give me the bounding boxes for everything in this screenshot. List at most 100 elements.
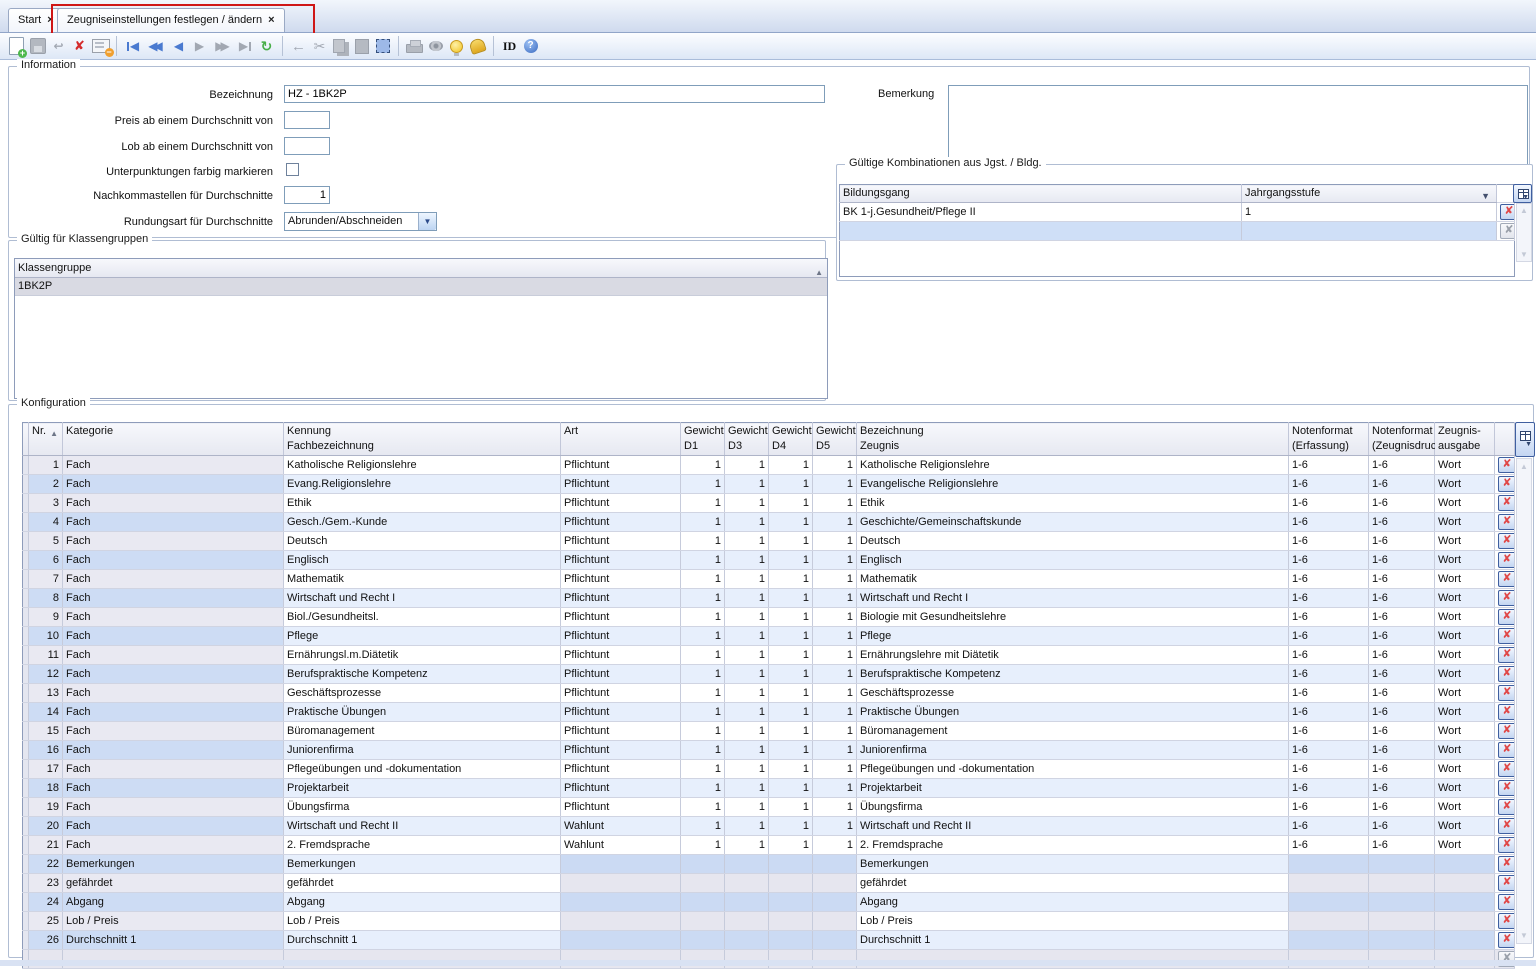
nr-cell[interactable]: 2 xyxy=(29,475,63,494)
delete-row-button[interactable]: ✘ xyxy=(1498,856,1515,872)
konfig-row[interactable]: 4FachGesch./Gem.-KundePflichtunt1111Gesc… xyxy=(23,513,1515,532)
kennung-cell[interactable]: Berufspraktische Kompetenz xyxy=(284,665,561,684)
gewicht-d5-cell[interactable]: 1 xyxy=(813,627,857,646)
gewicht-d5-cell[interactable]: 1 xyxy=(813,684,857,703)
nav-last-button[interactable]: ▶ xyxy=(235,36,256,56)
bezeichnung-zeugnis-cell[interactable]: Evangelische Religionslehre xyxy=(857,475,1289,494)
bezeichnung-zeugnis-cell[interactable]: Pflege xyxy=(857,627,1289,646)
gewicht-d5-cell[interactable] xyxy=(813,855,857,874)
kategorie-cell[interactable]: Lob / Preis xyxy=(63,912,284,931)
actions-cell[interactable]: ✘ xyxy=(1495,931,1515,950)
zeugnisausgabe-cell[interactable]: Wort xyxy=(1435,513,1495,532)
art-cell[interactable]: Pflichtunt xyxy=(561,703,681,722)
gewicht-d3-cell[interactable] xyxy=(725,893,769,912)
konfig-row[interactable]: 15FachBüromanagementPflichtunt1111Büroma… xyxy=(23,722,1515,741)
nav-fast-back-button[interactable]: ◀◀ xyxy=(143,36,168,56)
actions-cell[interactable]: ✘ xyxy=(1495,589,1515,608)
nr-cell[interactable]: 11 xyxy=(29,646,63,665)
column-chooser-button[interactable]: ▼ xyxy=(1513,184,1532,203)
kennung-cell[interactable]: Praktische Übungen xyxy=(284,703,561,722)
gewicht-d3-cell[interactable]: 1 xyxy=(725,684,769,703)
cut-button[interactable]: ✂ xyxy=(309,36,330,56)
actions-cell[interactable]: ✘ xyxy=(1495,684,1515,703)
gewicht-d3-cell[interactable]: 1 xyxy=(725,589,769,608)
notenformat-erfassung-cell[interactable]: 1-6 xyxy=(1289,836,1369,855)
actions-cell[interactable]: ✘ xyxy=(1495,551,1515,570)
kategorie-cell[interactable]: Fach xyxy=(63,513,284,532)
bezeichnung-zeugnis-cell[interactable]: Pflegeübungen und -dokumentation xyxy=(857,760,1289,779)
konfig-row[interactable]: 22BemerkungenBemerkungenBemerkungen✘ xyxy=(23,855,1515,874)
gewicht-d3-cell[interactable] xyxy=(725,855,769,874)
delete-row-button[interactable]: ✘ xyxy=(1498,647,1515,663)
gewicht-d4-cell[interactable]: 1 xyxy=(769,627,813,646)
delete-row-button[interactable]: ✘ xyxy=(1498,666,1515,682)
bezeichnung-zeugnis-cell[interactable]: Geschichte/Gemeinschaftskunde xyxy=(857,513,1289,532)
nr-cell[interactable]: 22 xyxy=(29,855,63,874)
zeugnisausgabe-cell[interactable]: Wort xyxy=(1435,665,1495,684)
gewicht-d4-cell[interactable]: 1 xyxy=(769,532,813,551)
delete-row-button[interactable]: ✘ xyxy=(1498,476,1515,492)
zeugnisausgabe-cell[interactable]: Wort xyxy=(1435,836,1495,855)
bemerkung-textarea[interactable] xyxy=(948,85,1528,166)
zeugnisausgabe-cell[interactable]: Wort xyxy=(1435,475,1495,494)
kennung-cell[interactable]: Biol./Gesundheitsl. xyxy=(284,608,561,627)
column-chooser-button[interactable]: ▼ xyxy=(1515,422,1535,457)
notenformat-zeugnisdruck-cell[interactable]: 1-6 xyxy=(1369,475,1435,494)
konfig-row[interactable]: 5FachDeutschPflichtunt1111Deutsch1-61-6W… xyxy=(23,532,1515,551)
delete-row-button[interactable]: ✘ xyxy=(1498,533,1515,549)
gewicht-d5-cell[interactable]: 1 xyxy=(813,570,857,589)
actions-cell[interactable]: ✘ xyxy=(1495,646,1515,665)
zeugnisausgabe-cell[interactable]: Wort xyxy=(1435,798,1495,817)
bezeichnung-zeugnis-cell[interactable]: Lob / Preis xyxy=(857,912,1289,931)
kategorie-cell[interactable]: Fach xyxy=(63,646,284,665)
bezeichnung-zeugnis-cell[interactable]: Durchschnitt 1 xyxy=(857,931,1289,950)
actions-cell[interactable]: ✘ xyxy=(1495,532,1515,551)
nr-cell[interactable]: 18 xyxy=(29,779,63,798)
notenformat-erfassung-cell[interactable]: 1-6 xyxy=(1289,741,1369,760)
gewicht-d3-cell[interactable]: 1 xyxy=(725,456,769,475)
actions-cell[interactable]: ✘ xyxy=(1495,741,1515,760)
art-cell[interactable]: Pflichtunt xyxy=(561,741,681,760)
delete-row-button[interactable]: ✘ xyxy=(1498,761,1515,777)
kennung-cell[interactable]: Projektarbeit xyxy=(284,779,561,798)
kategorie-cell[interactable]: Fach xyxy=(63,532,284,551)
gewicht-d5-cell[interactable] xyxy=(813,874,857,893)
notenformat-erfassung-cell[interactable] xyxy=(1289,855,1369,874)
gewicht-d4-cell[interactable]: 1 xyxy=(769,608,813,627)
actions-cell[interactable]: ✘ xyxy=(1495,494,1515,513)
konfig-col-notenformat_zeugnisdruck[interactable]: Notenformat (Zeugnisdruck) xyxy=(1369,423,1435,456)
delete-row-button[interactable]: ✘ xyxy=(1498,818,1515,834)
kategorie-cell[interactable]: Fach xyxy=(63,608,284,627)
notenformat-erfassung-cell[interactable]: 1-6 xyxy=(1289,646,1369,665)
gewicht-d1-cell[interactable]: 1 xyxy=(681,532,725,551)
gewicht-d5-cell[interactable] xyxy=(813,912,857,931)
kennung-cell[interactable]: Übungsfirma xyxy=(284,798,561,817)
nr-cell[interactable]: 1 xyxy=(29,456,63,475)
actions-cell[interactable]: ✘ xyxy=(1495,570,1515,589)
art-cell[interactable]: Pflichtunt xyxy=(561,513,681,532)
konfig-row[interactable]: 21Fach2. FremdspracheWahlunt11112. Fremd… xyxy=(23,836,1515,855)
gewicht-d1-cell[interactable] xyxy=(681,874,725,893)
gewicht-d1-cell[interactable]: 1 xyxy=(681,494,725,513)
bildungsgang-cell[interactable] xyxy=(840,222,1242,241)
actions-cell[interactable]: ✘ xyxy=(1495,855,1515,874)
notenformat-erfassung-cell[interactable]: 1-6 xyxy=(1289,608,1369,627)
gewicht-d3-cell[interactable]: 1 xyxy=(725,627,769,646)
nr-cell[interactable]: 8 xyxy=(29,589,63,608)
kategorie-cell[interactable]: Fach xyxy=(63,475,284,494)
gewicht-d5-cell[interactable]: 1 xyxy=(813,741,857,760)
delete-row-button[interactable]: ✘ xyxy=(1498,799,1515,815)
notenformat-erfassung-cell[interactable]: 1-6 xyxy=(1289,665,1369,684)
nr-cell[interactable]: 5 xyxy=(29,532,63,551)
art-cell[interactable]: Pflichtunt xyxy=(561,646,681,665)
notenformat-erfassung-cell[interactable]: 1-6 xyxy=(1289,627,1369,646)
actions-cell[interactable]: ✘ xyxy=(1495,798,1515,817)
kategorie-cell[interactable]: Durchschnitt 1 xyxy=(63,931,284,950)
notenformat-zeugnisdruck-cell[interactable]: 1-6 xyxy=(1369,703,1435,722)
kategorie-cell[interactable]: Fach xyxy=(63,722,284,741)
nr-cell[interactable]: 3 xyxy=(29,494,63,513)
nr-cell[interactable]: 23 xyxy=(29,874,63,893)
konfiguration-scrollbar[interactable]: ▲ ▼ xyxy=(1516,458,1532,944)
notenformat-zeugnisdruck-cell[interactable]: 1-6 xyxy=(1369,836,1435,855)
actions-cell[interactable]: ✘ xyxy=(1497,203,1515,222)
